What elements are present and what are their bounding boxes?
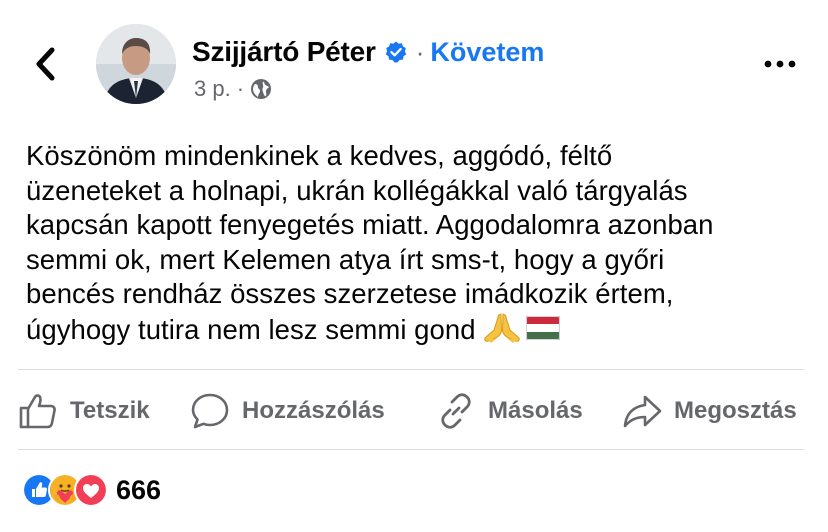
like-label: Tetszik [70,397,150,424]
comment-label: Hozzászólás [242,397,385,424]
folded-hands-emoji [483,313,520,343]
post-actions-bar: Tetszik Hozzászólás Másolás Megosztás [0,384,828,438]
post-text: Köszönöm mindenkinek a kedves, aggódó, f… [26,139,826,347]
globe-icon [251,79,272,99]
post-text-line: bencés rendház összes szerzetese imádkoz… [26,278,674,310]
thumbs-up-icon [19,394,56,429]
back-button[interactable] [30,44,64,84]
share-label: Megosztás [674,397,797,424]
share-button[interactable]: Megosztás [622,384,797,438]
more-options-button[interactable] [760,54,800,74]
divider-bottom [18,449,804,450]
post-text-line: úgyhogy tutira nem lesz semmi gond [26,313,476,345]
follow-button[interactable]: Követem [430,37,544,68]
header-separator: · [415,36,425,67]
copy-label: Másolás [488,397,583,424]
reactions-summary[interactable]: 666 [22,470,161,510]
author-name[interactable]: Szijjártó Péter [192,36,376,68]
post-text-line: üzeneteket a holnapi, ukrán kollégákkal … [26,174,688,206]
like-button[interactable]: Tetszik [18,384,150,438]
comment-icon [191,393,229,429]
post-text-line: semmi ok, mert Kelemen atya írt sms-t, h… [26,243,665,275]
post-header: Szijjártó Péter · Követem [192,34,544,70]
chevron-left-icon [36,47,55,81]
meta-separator: · [236,76,245,101]
more-horizontal-icon [764,60,796,68]
divider-top [18,369,804,370]
hungary-flag-emoji [525,315,560,340]
reaction-count: 666 [116,474,162,505]
love-reaction-icon [74,473,108,507]
copy-link-button[interactable]: Másolás [436,384,583,438]
profile-photo [96,24,176,104]
emoji-group [482,312,564,344]
verified-badge-icon [385,41,406,63]
share-icon [623,395,662,428]
link-icon [441,393,471,429]
avatar[interactable] [96,24,176,104]
post-text-line: Köszönöm mindenkinek a kedves, aggódó, f… [26,140,613,171]
post-text-line: kapcsán kapott fenyegetés miatt. Aggodal… [26,209,714,241]
post-timestamp[interactable]: 3 p. [194,76,231,102]
comment-button[interactable]: Hozzászólás [190,384,385,438]
post-meta: 3 p. · [194,74,272,104]
post-text-last-line: úgyhogy tutira nem lesz semmi gond [26,312,826,347]
